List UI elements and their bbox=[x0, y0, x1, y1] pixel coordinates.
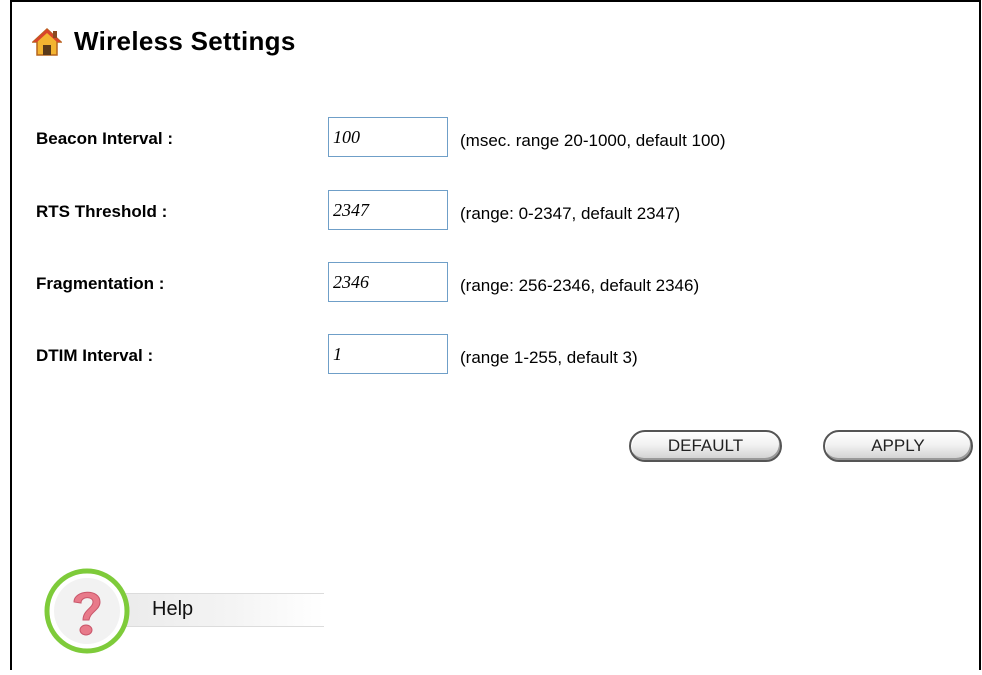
setting-row-rts-threshold: RTS Threshold : (range: 0-2347, default … bbox=[0, 190, 982, 234]
help-question-icon bbox=[44, 568, 130, 654]
setting-row-dtim-interval: DTIM Interval : (range 1-255, default 3) bbox=[0, 334, 982, 378]
beacon-interval-label: Beacon Interval : bbox=[36, 129, 173, 148]
home-icon bbox=[32, 27, 62, 56]
dtim-interval-input[interactable] bbox=[328, 334, 448, 374]
apply-button[interactable]: APPLY bbox=[823, 430, 973, 462]
rts-threshold-hint: (range: 0-2347, default 2347) bbox=[460, 204, 681, 223]
page-title: Wireless Settings bbox=[74, 26, 296, 56]
fragmentation-hint: (range: 256-2346, default 2346) bbox=[460, 276, 700, 295]
rts-threshold-label: RTS Threshold : bbox=[36, 202, 168, 221]
beacon-interval-input[interactable] bbox=[328, 117, 448, 157]
default-button[interactable]: DEFAULT bbox=[629, 430, 782, 462]
dtim-interval-label: DTIM Interval : bbox=[36, 346, 154, 365]
fragmentation-label: Fragmentation : bbox=[36, 274, 165, 293]
rts-threshold-input[interactable] bbox=[328, 190, 448, 230]
help-link[interactable]: Help bbox=[44, 568, 324, 654]
setting-row-fragmentation: Fragmentation : (range: 256-2346, defaul… bbox=[0, 262, 982, 306]
help-label: Help bbox=[152, 598, 194, 620]
beacon-interval-hint: (msec. range 20-1000, default 100) bbox=[460, 131, 726, 150]
page-header: Wireless Settings bbox=[32, 26, 296, 57]
fragmentation-input[interactable] bbox=[328, 262, 448, 302]
setting-row-beacon-interval: Beacon Interval : (msec. range 20-1000, … bbox=[0, 117, 982, 161]
dtim-interval-hint: (range 1-255, default 3) bbox=[460, 348, 638, 367]
